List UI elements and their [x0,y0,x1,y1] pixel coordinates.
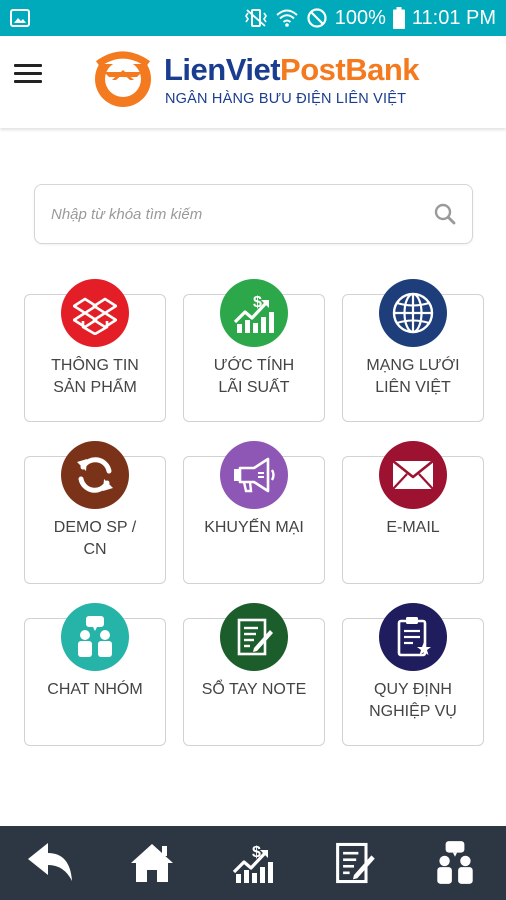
brand-subtitle: NGÂN HÀNG BƯU ĐIỆN LIÊN VIỆT [165,91,407,107]
dropbox-icon[interactable] [61,279,129,347]
tile-label: KHUYẾN MẠI [188,517,320,539]
menu-line [14,80,42,83]
clock: 11:01 PM [411,6,496,29]
nav-interest-button[interactable]: $ [223,833,283,893]
gallery-notification-icon [10,9,30,27]
tile-label-line1: THÔNG TIN [51,357,139,374]
search-box [34,184,473,244]
tile-label-line1: SỔ TAY NOTE [201,681,307,698]
battery-percentage: 100% [334,6,386,29]
tile-label-line1: MẠNG LƯỚI [366,357,460,374]
do-not-disturb-icon [307,8,327,28]
megaphone-icon[interactable] [220,441,288,509]
app-screen: 100% 11:01 PM LienVietPostBank NGÂN HÀNG… [0,0,506,900]
money-growth-icon: $ [232,844,273,883]
bottom-navigation-bar: $ [0,826,506,900]
tile-label-line1: CHAT NHÓM [47,681,143,698]
search-icon[interactable] [434,203,456,225]
tile-label-line1: DEMO SP / [53,519,137,536]
tile-label-line2: NGHIỆP VỤ [369,703,457,720]
tile-label: ƯỚC TÍNH LÃI SUẤT [188,355,320,399]
globe-icon[interactable] [379,279,447,347]
tile-label-line1: KHUYẾN MẠI [204,519,304,536]
nav-chat-button[interactable] [425,833,485,893]
search-input[interactable] [51,185,421,243]
brand-name: LienVietPostBank [164,52,420,88]
tile-label-line1: ƯỚC TÍNH [213,357,295,374]
nav-back-button[interactable] [21,833,81,893]
back-arrow-icon [27,843,72,881]
tile-label: E-MAIL [347,517,479,539]
notepad-icon [336,842,375,884]
refresh-icon[interactable] [61,441,129,509]
notepad-icon[interactable] [220,603,288,671]
tile-label: MẠNG LƯỚI LIÊN VIỆT [347,355,479,399]
menu-line [14,64,42,67]
tile-label-line1: QUY ĐỊNH [374,681,452,698]
tile-label: DEMO SP / CN [29,517,161,561]
tile-label-line2: LIÊN VIỆT [375,379,451,396]
nav-notes-button[interactable] [324,833,384,893]
nav-home-button[interactable] [122,833,182,893]
battery-icon [392,7,405,29]
tile-label-line2: SẢN PHẨM [53,379,137,396]
envelope-icon[interactable] [379,441,447,509]
tile-label: THÔNG TIN SẢN PHẨM [29,355,161,399]
bank-logo-icon [90,50,156,107]
group-chat-icon [437,841,474,884]
tile-label: SỔ TAY NOTE [188,679,320,701]
tile-label-line2: LÃI SUẤT [218,379,290,396]
tile-label-line1: E-MAIL [386,519,440,536]
hamburger-menu-button[interactable] [14,64,42,88]
tile-label-line2: CN [83,541,107,558]
brand-name-part2: PostBank [280,52,420,87]
menu-line [14,72,42,75]
home-icon [130,844,173,882]
status-bar: 100% 11:01 PM [0,0,506,36]
vibrate-icon [244,9,267,27]
group-chat-icon[interactable] [61,603,129,671]
wifi-icon [276,9,298,27]
brand-name-part1: LienViet [164,52,281,87]
tile-label: QUY ĐỊNH NGHIỆP VỤ [347,679,479,723]
clipboard-star-icon[interactable] [379,603,447,671]
app-header: LienVietPostBank NGÂN HÀNG BƯU ĐIỆN LIÊN… [0,36,506,128]
tile-label: CHAT NHÓM [29,679,161,701]
money-growth-icon[interactable]: $ [220,279,288,347]
